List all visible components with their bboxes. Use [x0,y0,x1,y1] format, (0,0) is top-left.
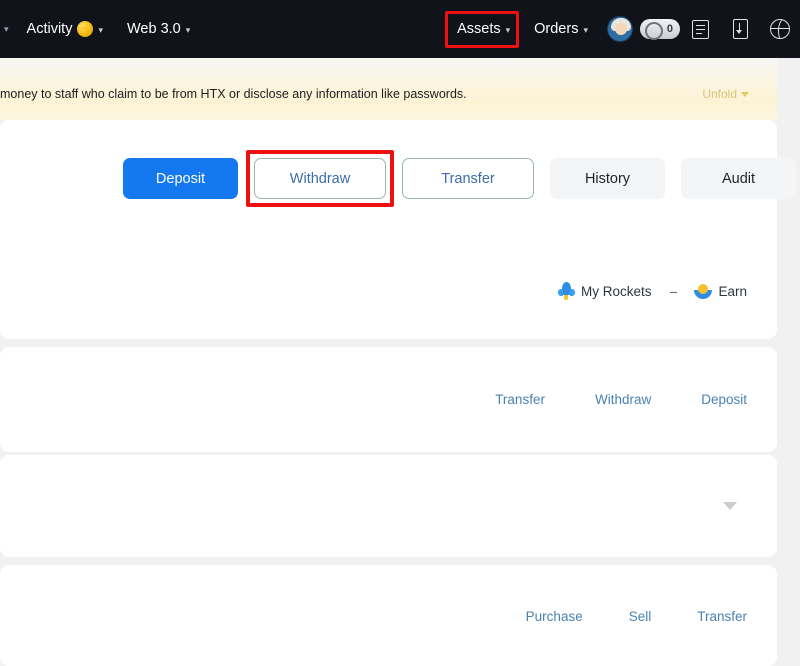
spot-account-card: Transfer Withdraw Deposit [0,347,777,452]
language-globe-icon [770,19,790,39]
collapsible-account-card [0,455,777,557]
link-transfer[interactable]: Transfer [697,609,747,624]
avatar [607,16,633,42]
chevron-down-icon: ▾ [186,25,191,36]
link-withdraw[interactable]: Withdraw [595,392,651,407]
withdraw-button-wrapper: Withdraw [254,158,386,199]
audit-button[interactable]: Audit [681,158,796,199]
chevron-down-icon: ▾ [98,25,103,36]
nav-right-group: Assets ▾ Orders ▾ 0 [445,0,800,58]
nav-item-assets[interactable]: Assets ▾ [445,0,522,58]
coupon-badge: 0 [640,19,680,39]
nav-item-assets-wrapper: Assets ▾ [445,0,522,58]
link-transfer[interactable]: Transfer [495,392,545,407]
coupon-count: 0 [667,23,673,35]
link-purchase[interactable]: Purchase [526,609,583,624]
nav-overflow-caret-icon[interactable]: ▾ [4,24,9,35]
top-navigation-bar: ▾ Activity ⚡ ▾ Web 3.0 ▾ Assets ▾ Orders… [0,0,800,58]
link-sell[interactable]: Sell [629,609,652,624]
download-app-button[interactable] [720,0,760,58]
security-warning-banner: money to staff who claim to be from HTX … [0,58,777,120]
chevron-down-icon: ▾ [506,25,511,36]
coin-symbol: ⚡ [79,24,91,34]
earn-icon [694,283,712,299]
order-list-button[interactable] [680,0,720,58]
deposit-button[interactable]: Deposit [123,158,238,199]
link-deposit[interactable]: Deposit [701,392,747,407]
nav-left-group: ▾ Activity ⚡ ▾ Web 3.0 ▾ [0,0,202,58]
nav-item-activity[interactable]: Activity ⚡ ▾ [15,0,115,58]
my-rockets-entry[interactable]: My Rockets [558,282,652,300]
nav-item-web3[interactable]: Web 3.0 ▾ [115,0,202,58]
chevron-down-icon [741,92,749,97]
language-globe-button[interactable] [760,0,800,58]
spot-account-links: Transfer Withdraw Deposit [495,392,747,407]
chevron-down-icon[interactable] [723,502,737,510]
asset-action-buttons: Deposit Withdraw Transfer History Audit [123,158,796,199]
rockets-earn-row: My Rockets -- Earn [558,282,747,300]
nav-item-orders-label: Orders [534,21,578,37]
nav-item-orders[interactable]: Orders ▾ [522,0,600,58]
banner-unfold-label: Unfold [702,87,737,101]
transfer-button[interactable]: Transfer [402,158,534,199]
withdraw-button[interactable]: Withdraw [254,158,386,199]
earn-account-links: Purchase Sell Transfer [526,609,747,624]
chevron-down-icon: ▾ [583,25,588,36]
security-warning-text: money to staff who claim to be from HTX … [0,87,467,101]
nav-item-activity-label: Activity [27,21,73,37]
my-rockets-label: My Rockets [581,284,652,299]
earn-label: Earn [718,284,747,299]
coin-icon: ⚡ [77,21,93,37]
nav-item-web3-label: Web 3.0 [127,21,181,37]
earn-account-card: Purchase Sell Transfer [0,565,777,666]
avatar-button[interactable] [600,0,640,58]
banner-unfold-button[interactable]: Unfold [702,87,749,101]
my-rockets-value: -- [663,284,682,299]
coupon-badge-button[interactable]: 0 [640,0,680,58]
nav-item-assets-label: Assets [457,21,501,37]
order-list-icon [692,20,709,39]
download-app-icon [733,19,748,39]
earn-entry[interactable]: Earn [694,283,747,299]
assets-overview-card: Deposit Withdraw Transfer History Audit … [0,120,777,339]
history-button[interactable]: History [550,158,665,199]
rocket-icon [558,282,575,300]
